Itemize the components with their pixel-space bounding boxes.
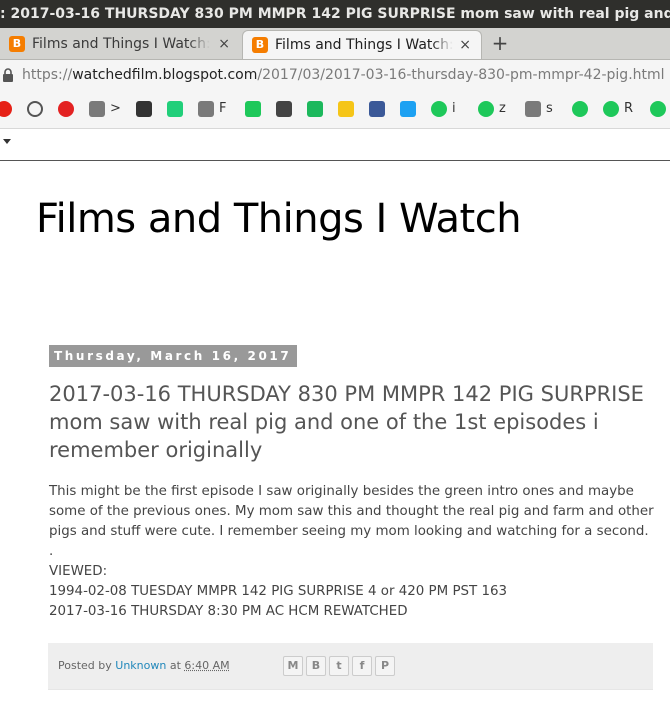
- folder-icon: [89, 101, 105, 117]
- chat-bubble-icon: [58, 101, 74, 117]
- post-paragraph: This might be the first episode I saw or…: [49, 484, 654, 539]
- bookmark-item[interactable]: [136, 101, 152, 117]
- email-share-button[interactable]: M: [283, 656, 303, 676]
- tab-title: Films and Things I Watch: 2: [32, 36, 210, 52]
- blogger-share-button[interactable]: B: [306, 656, 326, 676]
- green-circle-icon: [431, 101, 447, 117]
- facebook-share-button[interactable]: f: [352, 656, 372, 676]
- message-icon: [245, 101, 261, 117]
- lightbulb-icon: [338, 101, 354, 117]
- blogger-favicon-icon: [9, 36, 25, 52]
- posted-by-label: Posted by: [58, 659, 112, 672]
- infowars-icon: [136, 101, 152, 117]
- play-circle-icon: [27, 101, 43, 117]
- bookmark-item[interactable]: [650, 101, 666, 117]
- tab-films-and-things-1[interactable]: Films and Things I Watch: 2 ×: [0, 30, 240, 59]
- gab-icon: [167, 101, 183, 117]
- blogger-favicon-icon: [252, 37, 268, 53]
- post-byline: Posted by Unknown at 6:40 AM: [58, 659, 230, 672]
- bookmark-item[interactable]: >: [89, 101, 121, 117]
- viewed-line-1: 1994-02-08 TUESDAY MMPR 142 PIG SURPRISE…: [49, 584, 508, 599]
- post-date-header: Thursday, March 16, 2017: [49, 345, 298, 367]
- url-host: watchedfilm.blogspot.com: [72, 67, 258, 83]
- tab-strip: Films and Things I Watch: 2 × Films and …: [0, 28, 670, 60]
- bookmark-item[interactable]: [572, 101, 588, 117]
- bookmark-item[interactable]: [307, 101, 323, 117]
- dropdown-caret-icon[interactable]: [3, 139, 11, 144]
- facebook-icon: [369, 101, 385, 117]
- bookmark-item[interactable]: [58, 101, 74, 117]
- tab-close-icon[interactable]: ×: [218, 30, 230, 58]
- green-circle-icon: [650, 101, 666, 117]
- tab-films-and-things-2[interactable]: Films and Things I Watch: 2 ×: [242, 30, 482, 59]
- at-label: at: [169, 659, 181, 672]
- folder-icon: [198, 101, 214, 117]
- email-icon: M: [287, 659, 299, 672]
- bookmark-label: i: [452, 101, 456, 116]
- bookmark-item[interactable]: [167, 101, 183, 117]
- menu-row: [0, 129, 670, 161]
- bookmark-item[interactable]: [338, 101, 354, 117]
- url-path: /2017/03/2017-03-16-thursday-830-pm-mmpr…: [257, 67, 665, 83]
- bookmark-label: >: [110, 101, 121, 116]
- pinterest-share-button[interactable]: P: [375, 656, 395, 676]
- blog-title[interactable]: Films and Things I Watch: [36, 196, 522, 242]
- window-title: : 2017-03-16 THURSDAY 830 PM MMPR 142 PI…: [0, 6, 670, 22]
- bookmark-item[interactable]: z: [478, 101, 506, 117]
- bookmark-item[interactable]: [369, 101, 385, 117]
- window-titlebar: : 2017-03-16 THURSDAY 830 PM MMPR 142 PI…: [0, 0, 670, 28]
- bookmark-item[interactable]: R: [603, 101, 633, 117]
- viewed-line-2: 2017-03-16 THURSDAY 8:30 PM AC HCM REWAT…: [49, 604, 408, 619]
- green-circle-icon: [603, 101, 619, 117]
- bookmark-label: R: [624, 101, 634, 116]
- tab-title: Films and Things I Watch: 2: [275, 37, 453, 53]
- bookmark-item[interactable]: F: [198, 101, 226, 117]
- twitter-icon: [400, 101, 416, 117]
- green-circle-icon: [478, 101, 494, 117]
- url-scheme: https://: [22, 67, 73, 83]
- twitter-icon: t: [336, 659, 342, 672]
- address-bar[interactable]: https://watchedfilm.blogspot.com/2017/03…: [0, 60, 670, 90]
- new-tab-button[interactable]: +: [490, 28, 510, 59]
- url-text[interactable]: https://watchedfilm.blogspot.com/2017/03…: [22, 60, 665, 90]
- blogger-icon: B: [311, 659, 321, 672]
- bookmark-label: s: [546, 101, 553, 116]
- author-link[interactable]: Unknown: [115, 659, 166, 672]
- post-footer: Posted by Unknown at 6:40 AM MBt f P: [48, 643, 653, 690]
- viewed-label: VIEWED:: [49, 564, 108, 579]
- bookmark-label: z: [499, 101, 506, 116]
- bookmark-item[interactable]: s: [525, 101, 553, 117]
- post-dot: .: [49, 544, 54, 559]
- tab-close-icon[interactable]: ×: [459, 31, 471, 59]
- bookmark-item[interactable]: [276, 101, 292, 117]
- fs-icon: [276, 101, 292, 117]
- bookmarks-bar: > Fi z s R: [0, 90, 670, 129]
- green-circle-icon: [572, 101, 588, 117]
- g-icon: [307, 101, 323, 117]
- folder-icon: [525, 101, 541, 117]
- twitter-share-button[interactable]: t: [329, 656, 349, 676]
- post-body: This might be the first episode I saw or…: [49, 482, 654, 622]
- youtube-icon: [0, 101, 12, 117]
- bookmark-item[interactable]: [245, 101, 261, 117]
- bookmark-item[interactable]: [0, 101, 12, 117]
- bookmark-item[interactable]: [27, 101, 43, 117]
- post-timestamp-link[interactable]: 6:40 AM: [184, 659, 229, 672]
- bookmark-item[interactable]: i: [431, 101, 456, 117]
- facebook-icon: f: [359, 659, 365, 672]
- bookmark-item[interactable]: [400, 101, 416, 117]
- share-buttons: MBt f P: [283, 656, 398, 676]
- lock-icon: [3, 68, 13, 82]
- post-title: 2017-03-16 THURSDAY 830 PM MMPR 142 PIG …: [49, 382, 644, 462]
- pinterest-icon: P: [380, 659, 390, 672]
- bookmark-label: F: [219, 101, 227, 116]
